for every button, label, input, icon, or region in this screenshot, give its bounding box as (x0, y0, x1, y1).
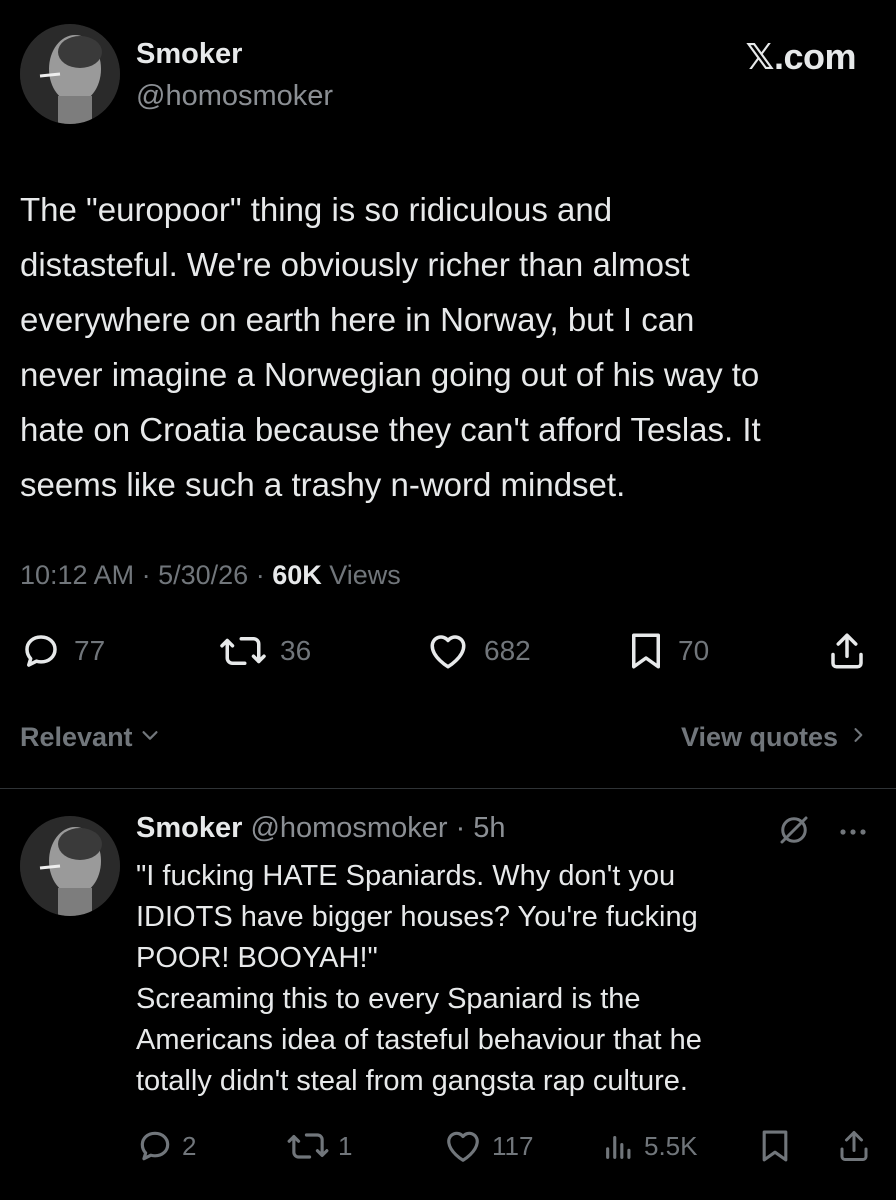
sort-label: Relevant (20, 722, 133, 752)
x-logo: 𝕏.com (745, 36, 856, 77)
author-name[interactable]: Smoker (136, 38, 242, 71)
reply-share-button[interactable] (836, 1124, 872, 1168)
reply-icon (20, 630, 62, 672)
share-icon (826, 630, 868, 672)
reply-views-count: 5.5K (644, 1130, 698, 1161)
reply-icon (136, 1127, 174, 1165)
reply-author-handle[interactable]: @homosmoker (250, 812, 447, 844)
reply-like-button[interactable]: 117 (442, 1124, 533, 1168)
like-count: 682 (484, 635, 531, 666)
reply-header-icons (776, 812, 868, 853)
reply-author-name[interactable]: Smoker (136, 812, 242, 844)
repost-count: 36 (280, 635, 312, 666)
meta-separator: · (255, 560, 273, 590)
bookmark-icon (758, 1127, 792, 1165)
reply-button[interactable]: 77 (20, 626, 105, 676)
bookmark-icon (626, 630, 666, 672)
views-icon (602, 1127, 636, 1165)
tweet-text: The "europoor" thing is so ridiculous an… (20, 191, 761, 503)
bookmark-button[interactable]: 70 (626, 626, 709, 676)
tweet-time[interactable]: 10:12 AM (20, 560, 134, 590)
tweet-actions: 77 36 682 70 (20, 626, 870, 676)
like-button[interactable]: 682 (424, 626, 531, 676)
share-icon (836, 1127, 872, 1165)
sort-dropdown[interactable]: Relevant (20, 722, 161, 753)
grok-icon[interactable] (776, 812, 812, 853)
reply-like-count: 117 (492, 1130, 534, 1161)
like-icon (442, 1127, 484, 1165)
meta-separator: · (141, 560, 159, 590)
share-button[interactable] (826, 626, 868, 676)
reply-bookmark-button[interactable] (758, 1124, 792, 1168)
bookmark-count: 70 (678, 635, 710, 666)
reply-time[interactable]: 5h (473, 812, 505, 844)
views-label: Views (329, 560, 401, 590)
reply-repost-button[interactable]: 1 (286, 1124, 352, 1168)
views-count: 60K (272, 560, 322, 590)
repost-icon (218, 630, 268, 672)
more-icon[interactable] (838, 824, 868, 842)
chevron-down-icon (139, 722, 161, 753)
reply-header: Smoker @homosmoker · 5h (136, 812, 506, 845)
meta-separator: · (455, 812, 474, 844)
reply-text: "I fucking HATE Spaniards. Why don't you… (136, 860, 702, 1097)
repost-icon (286, 1127, 330, 1165)
tweet-meta: 10:12 AM · 5/30/26 · 60K Views (20, 560, 401, 591)
divider (0, 788, 896, 789)
reply-views-button[interactable]: 5.5K (602, 1124, 698, 1168)
view-quotes-link[interactable]: View quotes (681, 722, 868, 753)
avatar[interactable] (20, 24, 120, 124)
chevron-right-icon (848, 722, 868, 753)
author-handle[interactable]: @homosmoker (136, 80, 333, 113)
tweet-date[interactable]: 5/30/26 (158, 560, 248, 590)
reply-avatar[interactable] (20, 816, 120, 916)
reply-reply-count: 2 (182, 1130, 197, 1161)
reply-actions: 2 1 117 5.5K (136, 1124, 876, 1168)
reply-reply-button[interactable]: 2 (136, 1124, 196, 1168)
repost-button[interactable]: 36 (218, 626, 311, 676)
reply-repost-count: 1 (338, 1130, 353, 1161)
view-quotes-label: View quotes (680, 722, 838, 752)
like-icon (424, 630, 472, 672)
reply-count: 77 (74, 635, 106, 666)
